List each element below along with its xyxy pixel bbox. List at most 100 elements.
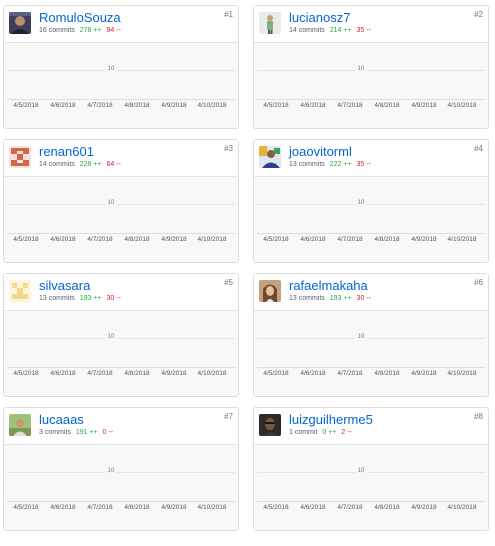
y-tick-label: 10 (355, 334, 367, 340)
commit-count: 13 commits (289, 161, 325, 168)
rank-label: #8 (474, 412, 483, 421)
deletions-count: 35 -- (356, 161, 371, 168)
x-tick-label: 4/6/2018 (50, 370, 76, 377)
baseline (7, 233, 235, 234)
avatar[interactable] (9, 414, 31, 436)
additions-count: 228 ++ (79, 161, 102, 168)
x-tick-label: 4/6/2018 (300, 102, 326, 109)
x-tick-label: 4/6/2018 (300, 236, 326, 243)
contributor-card: lucaaas 3 commits 191 ++ 0 -- #7 10 4/5/… (3, 407, 239, 531)
deletions-count: 94 -- (106, 27, 121, 34)
x-tick-label: 4/9/2018 (411, 504, 437, 511)
y-tick-label: 10 (105, 66, 117, 72)
contributor-card: lucianosz7 14 commits 214 ++ 35 -- #2 10… (253, 5, 489, 129)
x-tick-label: 4/8/2018 (124, 504, 150, 511)
username-link[interactable]: silvasara (39, 278, 90, 293)
avatar[interactable] (9, 280, 31, 302)
contribution-stats: 13 commits 193 ++ 30 -- (39, 295, 121, 302)
contributor-card: luizguilherme5 1 commit 0 ++ 2 -- #8 10 … (253, 407, 489, 531)
x-tick-label: 4/8/2018 (124, 236, 150, 243)
deletions-count: 35 -- (356, 27, 371, 34)
contribution-stats: 14 commits 214 ++ 35 -- (289, 27, 371, 34)
contributor-card: rafaelmakaha 13 commits 193 ++ 30 -- #6 … (253, 273, 489, 397)
commit-activity-chart: 10 4/5/2018 4/6/2018 4/7/2018 4/8/2018 4/9/2… (254, 445, 488, 530)
x-tick-label: 4/9/2018 (161, 504, 187, 511)
x-tick-label: 4/8/2018 (374, 370, 400, 377)
username-link[interactable]: joaovitorml (289, 144, 352, 159)
x-tick-label: 4/9/2018 (411, 236, 437, 243)
username-link[interactable]: renan601 (39, 144, 94, 159)
avatar[interactable] (259, 280, 281, 302)
contributor-card: renan601 14 commits 228 ++ 64 -- #3 10 4… (3, 139, 239, 263)
commit-count: 13 commits (289, 295, 325, 302)
contributor-header: joaovitorml 13 commits 222 ++ 35 -- #4 (254, 140, 488, 177)
y-tick-label: 10 (355, 200, 367, 206)
y-tick-label: 10 (105, 468, 117, 474)
x-tick-label: 4/6/2018 (300, 370, 326, 377)
x-tick-label: 4/6/2018 (50, 504, 76, 511)
x-tick-label: 4/8/2018 (374, 102, 400, 109)
x-tick-label: 4/5/2018 (263, 236, 289, 243)
contribution-stats: 16 commits 278 ++ 94 -- (39, 27, 121, 34)
x-tick-label: 4/7/2018 (87, 504, 113, 511)
x-tick-label: 4/5/2018 (263, 102, 289, 109)
rank-label: #6 (474, 278, 483, 287)
x-tick-label: 4/10/2018 (447, 102, 477, 109)
contributor-card: silvasara 13 commits 193 ++ 30 -- #5 10 … (3, 273, 239, 397)
x-tick-label: 4/10/2018 (197, 370, 227, 377)
rank-label: #7 (224, 412, 233, 421)
commit-count: 14 commits (289, 27, 325, 34)
baseline (7, 501, 235, 502)
x-tick-label: 4/5/2018 (13, 504, 39, 511)
contributor-header: lucianosz7 14 commits 214 ++ 35 -- #2 (254, 6, 488, 43)
additions-count: 193 ++ (79, 295, 102, 302)
username-link[interactable]: RomuloSouza (39, 10, 121, 25)
username-link[interactable]: rafaelmakaha (289, 278, 368, 293)
x-tick-label: 4/7/2018 (337, 504, 363, 511)
x-tick-label: 4/9/2018 (411, 102, 437, 109)
gridline (257, 338, 485, 339)
avatar[interactable] (259, 12, 281, 34)
x-tick-label: 4/7/2018 (87, 236, 113, 243)
username-link[interactable]: luizguilherme5 (289, 412, 373, 427)
x-tick-label: 4/7/2018 (337, 102, 363, 109)
commit-count: 1 commit (289, 429, 318, 436)
x-tick-label: 4/6/2018 (50, 236, 76, 243)
gridline (257, 70, 485, 71)
additions-count: 214 ++ (329, 27, 352, 34)
avatar[interactable] (259, 414, 281, 436)
x-tick-label: 4/10/2018 (197, 236, 227, 243)
contributor-header: rafaelmakaha 13 commits 193 ++ 30 -- #6 (254, 274, 488, 311)
x-tick-label: 4/8/2018 (374, 504, 400, 511)
x-tick-label: 4/8/2018 (124, 370, 150, 377)
avatar[interactable] (9, 12, 31, 34)
x-tick-label: 4/10/2018 (197, 102, 227, 109)
avatar[interactable] (259, 146, 281, 168)
y-tick-label: 10 (355, 66, 367, 72)
additions-count: 278 ++ (79, 27, 102, 34)
x-tick-label: 4/5/2018 (263, 504, 289, 511)
commit-activity-chart: 10 4/5/2018 4/6/2018 4/7/2018 4/8/2018 4/9/2… (254, 43, 488, 128)
deletions-count: 0 -- (102, 429, 114, 436)
gridline (7, 204, 235, 205)
commit-activity-chart: 10 4/5/2018 4/6/2018 4/7/2018 4/8/2018 4/9/2… (4, 177, 238, 262)
contributor-header: luizguilherme5 1 commit 0 ++ 2 -- #8 (254, 408, 488, 445)
contribution-stats: 3 commits 191 ++ 0 -- (39, 429, 113, 436)
username-link[interactable]: lucianosz7 (289, 10, 350, 25)
x-tick-label: 4/5/2018 (13, 370, 39, 377)
x-tick-label: 4/9/2018 (411, 370, 437, 377)
commit-activity-chart: 10 4/5/2018 4/6/2018 4/7/2018 4/8/2018 4/9/2… (254, 177, 488, 262)
contributor-header: renan601 14 commits 228 ++ 64 -- #3 (4, 140, 238, 177)
gridline (257, 204, 485, 205)
y-tick-label: 10 (105, 200, 117, 206)
x-tick-label: 4/7/2018 (87, 370, 113, 377)
commit-activity-chart: 10 4/5/2018 4/6/2018 4/7/2018 4/8/2018 4/9/2… (4, 311, 238, 396)
avatar[interactable] (9, 146, 31, 168)
contributor-header: lucaaas 3 commits 191 ++ 0 -- #7 (4, 408, 238, 445)
username-link[interactable]: lucaaas (39, 412, 84, 427)
deletions-count: 30 -- (356, 295, 371, 302)
gridline (7, 472, 235, 473)
additions-count: 0 ++ (322, 429, 337, 436)
x-tick-label: 4/6/2018 (300, 504, 326, 511)
contribution-stats: 1 commit 0 ++ 2 -- (289, 429, 352, 436)
